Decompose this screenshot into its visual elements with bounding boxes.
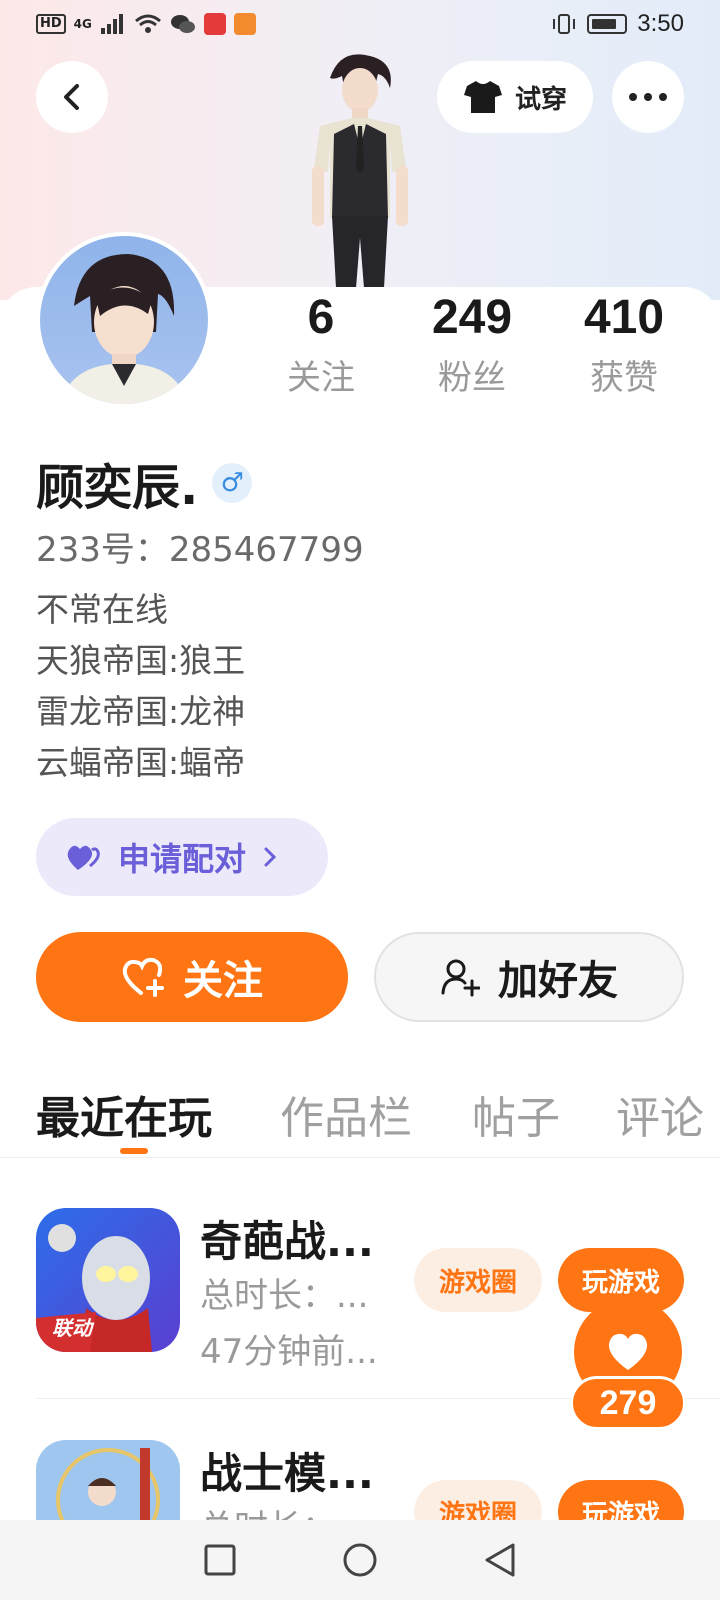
game-cover-art [36,1440,180,1520]
add-friend-label: 加好友 [498,958,618,1004]
game-icon-badge: 联动 [52,1316,92,1340]
app-badge-orange [233,13,256,35]
game-list-item[interactable]: 战士模... 总时长：... 游戏圈 玩游戏 [0,1440,720,1520]
wifi-icon [134,14,161,33]
chevron-right-icon [264,847,277,867]
more-dots-icon [629,93,667,101]
stat-value: 6 [307,291,335,344]
male-gender-icon: ♂ [212,463,253,503]
back-button[interactable] [36,61,108,133]
battery-icon [587,14,628,34]
pair-label: 申请配对 [118,840,247,878]
heart-icon [608,1333,648,1370]
game-play-duration: 总时长：... [200,1276,369,1316]
wechat-icon [170,15,195,33]
game-title: 奇葩战... [200,1217,374,1266]
user-id[interactable]: 233号：285467799 [36,522,364,571]
user-bio: 不常在线 天狼帝国:狼王 雷龙帝国:龙神 云蝠帝国:蝠帝 [36,584,245,788]
try-on-label: 试穿 [514,84,567,115]
play-game-button[interactable]: 玩游戏 [558,1480,684,1520]
tab-works[interactable]: 作品栏 [280,1082,412,1146]
tab-posts[interactable]: 帖子 [472,1082,560,1146]
app-badge-red [203,13,226,35]
game-play-duration: 总时长：... [200,1500,368,1520]
clock: 3:50 [637,10,684,37]
like-count: 279 [570,1376,686,1430]
bio-line: 云蝠帝国:蝠帝 [36,743,246,782]
stat-value: 410 [583,291,665,344]
heart-plus-icon [122,957,164,997]
signal-icon [100,14,123,34]
bio-line: 不常在线 [36,590,168,629]
game-last-played: 47分钟前... [200,1332,378,1372]
square-icon[interactable] [203,1543,237,1577]
system-nav-bar [0,1520,720,1600]
stat-followers[interactable]: 249 粉丝 [402,290,542,402]
stat-likes[interactable]: 410 获赞 [554,290,694,402]
profile-tabs: 最近在玩 作品栏 帖子 评论 [0,1076,720,1158]
follow-button[interactable]: 关注 [36,932,348,1022]
bio-line: 雷龙帝国:龙神 [36,692,246,731]
vibrate-icon [553,14,576,34]
add-person-icon [441,959,480,997]
stat-label: 粉丝 [438,358,506,398]
status-bar: HD 4G 3:50 [0,0,720,48]
follow-label: 关注 [183,958,263,1004]
active-tab-indicator [120,1148,148,1154]
tab-recently-played[interactable]: 最近在玩 [36,1082,212,1146]
profile-stats: 6 关注 249 粉丝 410 获赞 [0,290,720,410]
stat-following[interactable]: 6 关注 [251,290,391,402]
circle-icon[interactable] [342,1542,378,1578]
tab-comments[interactable]: 评论 [616,1082,704,1146]
floating-like-button[interactable]: 279 [570,1298,686,1434]
triangle-back-icon[interactable] [483,1542,517,1578]
bio-line: 天狼帝国:狼王 [36,641,246,680]
game-icon[interactable] [36,1440,180,1520]
game-circle-button[interactable]: 游戏圈 [414,1480,542,1520]
tshirt-icon [463,81,502,113]
more-button[interactable] [612,61,684,133]
hd-icon: HD [36,14,66,34]
network-type: 4G [73,17,92,31]
character-figure[interactable] [290,48,430,288]
stat-label: 获赞 [590,358,658,398]
double-heart-icon [67,845,100,870]
add-friend-button[interactable]: 加好友 [374,932,684,1022]
name-row: 顾奕辰. ♂ [36,448,253,518]
user-name: 顾奕辰. [36,460,199,516]
game-icon[interactable]: 联动 [36,1208,180,1352]
try-on-button[interactable]: 试穿 [437,61,593,133]
request-pair-button[interactable]: 申请配对 [36,818,328,896]
stat-value: 249 [431,291,513,344]
chevron-left-icon [64,84,79,110]
game-title: 战士模... [200,1449,374,1498]
game-circle-button[interactable]: 游戏圈 [414,1248,542,1312]
stat-label: 关注 [287,358,355,398]
